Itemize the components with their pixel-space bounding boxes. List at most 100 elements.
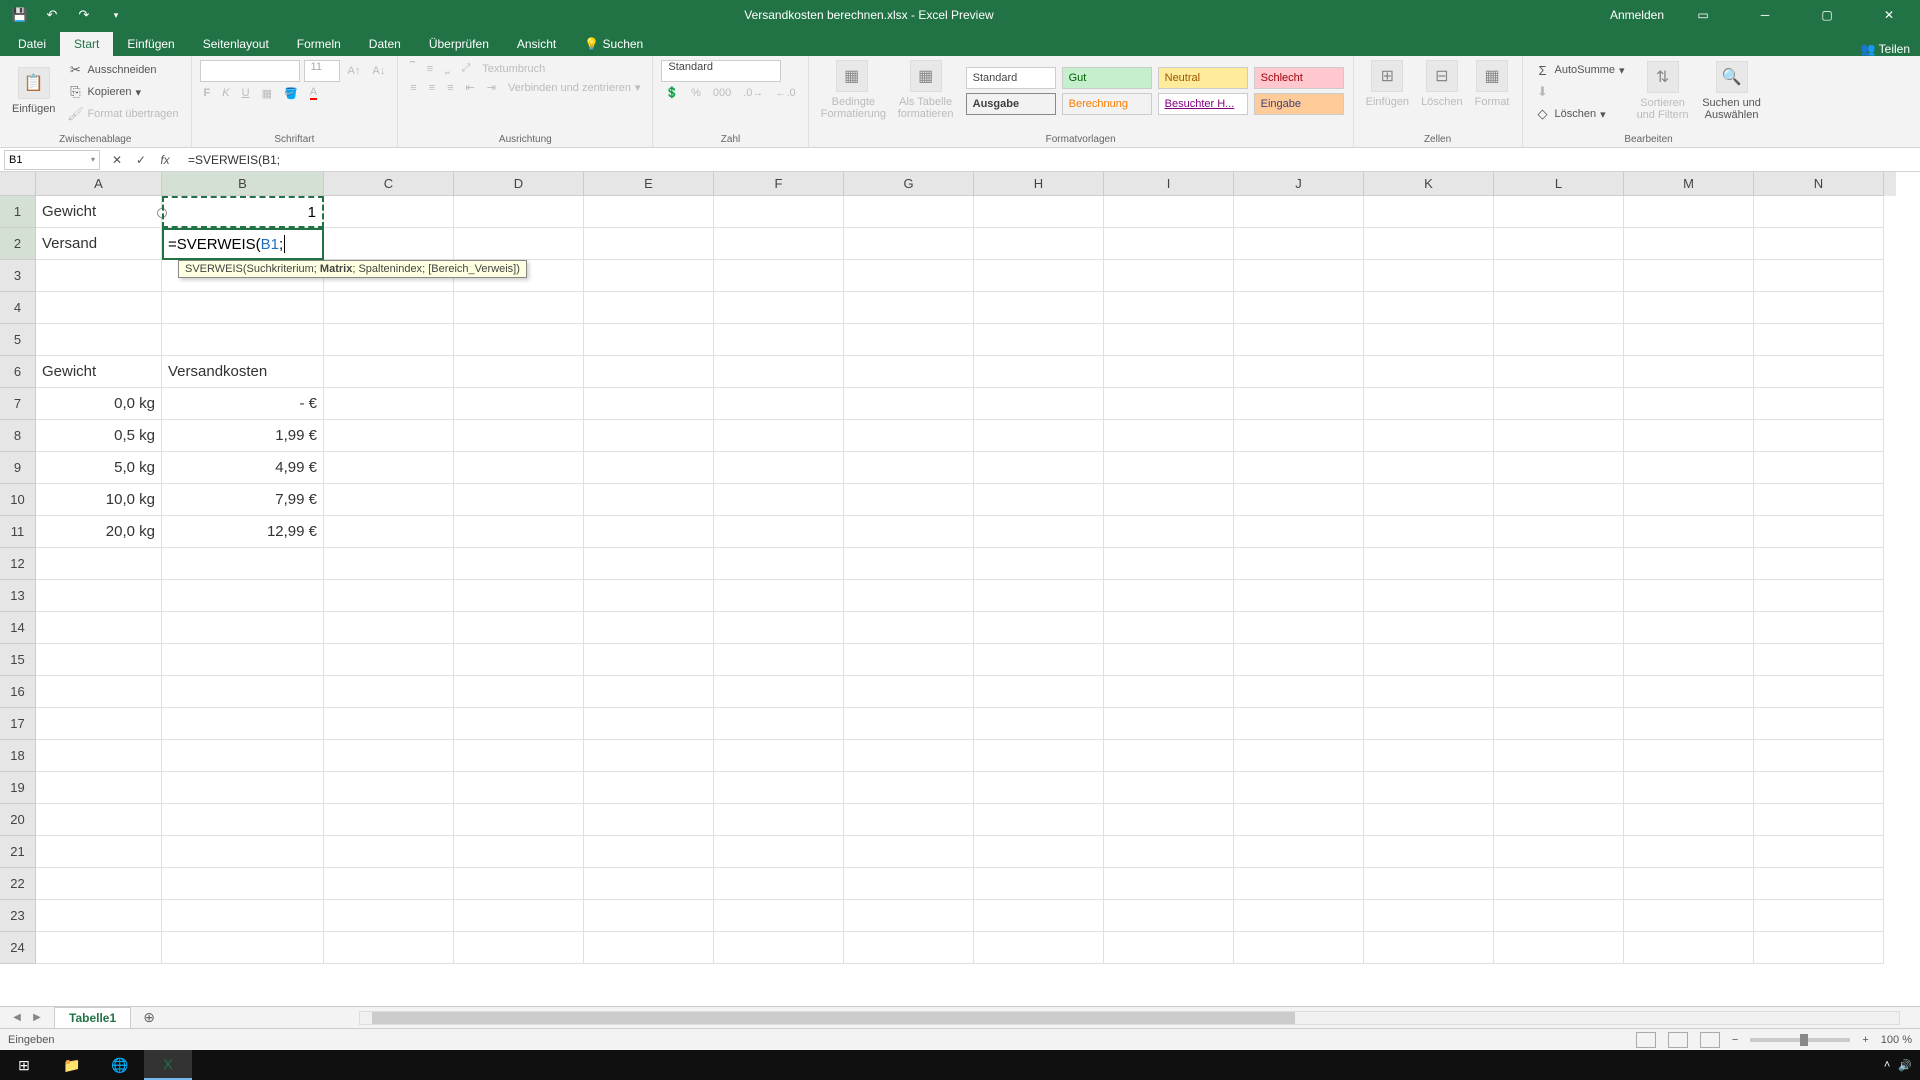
tab-suchen[interactable]: 💡 Suchen <box>570 32 657 56</box>
cell-d4[interactable] <box>454 292 584 324</box>
cell-l19[interactable] <box>1494 772 1624 804</box>
cell-m18[interactable] <box>1624 740 1754 772</box>
column-header-J[interactable]: J <box>1234 172 1364 196</box>
percent-icon[interactable]: % <box>687 85 705 101</box>
cell-e17[interactable] <box>584 708 714 740</box>
cut-button[interactable]: ✂Ausschneiden <box>63 60 182 80</box>
cell-l11[interactable] <box>1494 516 1624 548</box>
cell-f15[interactable] <box>714 644 844 676</box>
cell-l5[interactable] <box>1494 324 1624 356</box>
cell-j19[interactable] <box>1234 772 1364 804</box>
cell-f4[interactable] <box>714 292 844 324</box>
cell-n15[interactable] <box>1754 644 1884 676</box>
cell-m11[interactable] <box>1624 516 1754 548</box>
cell-a18[interactable] <box>36 740 162 772</box>
row-header-23[interactable]: 23 <box>0 900 36 932</box>
align-top-icon[interactable]: ⎴ <box>406 60 418 77</box>
zoom-out-button[interactable]: − <box>1732 1034 1738 1046</box>
cell-n22[interactable] <box>1754 868 1884 900</box>
cell-a14[interactable] <box>36 612 162 644</box>
cell-b11[interactable]: 12,99 € <box>162 516 324 548</box>
cell-l20[interactable] <box>1494 804 1624 836</box>
cell-k7[interactable] <box>1364 388 1494 420</box>
cell-i21[interactable] <box>1104 836 1234 868</box>
increase-font-icon[interactable]: A↑ <box>344 63 365 79</box>
cell-e7[interactable] <box>584 388 714 420</box>
cell-i5[interactable] <box>1104 324 1234 356</box>
cell-k15[interactable] <box>1364 644 1494 676</box>
format-cells-icon[interactable]: ▦ <box>1476 60 1508 92</box>
row-header-1[interactable]: 1 <box>0 196 36 228</box>
cell-l4[interactable] <box>1494 292 1624 324</box>
cell-l16[interactable] <box>1494 676 1624 708</box>
align-middle-icon[interactable]: ≡ <box>423 61 437 77</box>
page-break-view-button[interactable] <box>1700 1032 1720 1048</box>
cell-k22[interactable] <box>1364 868 1494 900</box>
cell-j3[interactable] <box>1234 260 1364 292</box>
cell-e5[interactable] <box>584 324 714 356</box>
cell-c5[interactable] <box>324 324 454 356</box>
cell-f13[interactable] <box>714 580 844 612</box>
cell-i16[interactable] <box>1104 676 1234 708</box>
currency-icon[interactable]: 💲 <box>661 84 683 101</box>
row-header-10[interactable]: 10 <box>0 484 36 516</box>
cell-d1[interactable] <box>454 196 584 228</box>
cell-j16[interactable] <box>1234 676 1364 708</box>
decrease-decimal-icon[interactable]: ←.0 <box>771 85 799 101</box>
cell-n19[interactable] <box>1754 772 1884 804</box>
cell-j21[interactable] <box>1234 836 1364 868</box>
sheet-tab-1[interactable]: Tabelle1 <box>54 1007 131 1028</box>
row-header-13[interactable]: 13 <box>0 580 36 612</box>
cell-a20[interactable] <box>36 804 162 836</box>
cell-a5[interactable] <box>36 324 162 356</box>
format-cells-button[interactable]: Format <box>1471 94 1514 110</box>
page-layout-view-button[interactable] <box>1668 1032 1688 1048</box>
column-header-B[interactable]: B <box>162 172 324 196</box>
cell-e24[interactable] <box>584 932 714 964</box>
cell-c14[interactable] <box>324 612 454 644</box>
cell-b16[interactable] <box>162 676 324 708</box>
cell-l6[interactable] <box>1494 356 1624 388</box>
cell-l3[interactable] <box>1494 260 1624 292</box>
cell-h20[interactable] <box>974 804 1104 836</box>
cell-d12[interactable] <box>454 548 584 580</box>
cell-d14[interactable] <box>454 612 584 644</box>
cell-f2[interactable] <box>714 228 844 260</box>
italic-button[interactable]: K <box>218 85 233 101</box>
column-header-G[interactable]: G <box>844 172 974 196</box>
cell-h17[interactable] <box>974 708 1104 740</box>
cell-f21[interactable] <box>714 836 844 868</box>
cell-b9[interactable]: 4,99 € <box>162 452 324 484</box>
row-header-8[interactable]: 8 <box>0 420 36 452</box>
cell-j20[interactable] <box>1234 804 1364 836</box>
cell-j9[interactable] <box>1234 452 1364 484</box>
tab-start[interactable]: Start <box>60 32 113 56</box>
cell-b17[interactable] <box>162 708 324 740</box>
cell-g24[interactable] <box>844 932 974 964</box>
cell-f10[interactable] <box>714 484 844 516</box>
tab-seitenlayout[interactable]: Seitenlayout <box>189 32 283 56</box>
cell-a11[interactable]: 20,0 kg <box>36 516 162 548</box>
cell-m9[interactable] <box>1624 452 1754 484</box>
format-as-table-icon[interactable]: ▦ <box>910 60 942 92</box>
zoom-level[interactable]: 100 % <box>1881 1034 1912 1046</box>
align-left-icon[interactable]: ≡ <box>406 80 420 96</box>
cell-c1[interactable] <box>324 196 454 228</box>
cell-b14[interactable] <box>162 612 324 644</box>
undo-icon[interactable]: ↶ <box>40 3 64 27</box>
cell-i15[interactable] <box>1104 644 1234 676</box>
cell-e4[interactable] <box>584 292 714 324</box>
fill-color-button[interactable]: 🪣 <box>280 85 302 102</box>
cell-i20[interactable] <box>1104 804 1234 836</box>
column-header-K[interactable]: K <box>1364 172 1494 196</box>
column-headers[interactable]: ABCDEFGHIJKLMN <box>36 172 1896 196</box>
cell-i14[interactable] <box>1104 612 1234 644</box>
sort-filter-button[interactable]: Sortieren und Filtern <box>1633 95 1693 123</box>
row-header-6[interactable]: 6 <box>0 356 36 388</box>
cell-n9[interactable] <box>1754 452 1884 484</box>
cell-c15[interactable] <box>324 644 454 676</box>
cell-k20[interactable] <box>1364 804 1494 836</box>
cell-n18[interactable] <box>1754 740 1884 772</box>
cell-h15[interactable] <box>974 644 1104 676</box>
cell-d7[interactable] <box>454 388 584 420</box>
